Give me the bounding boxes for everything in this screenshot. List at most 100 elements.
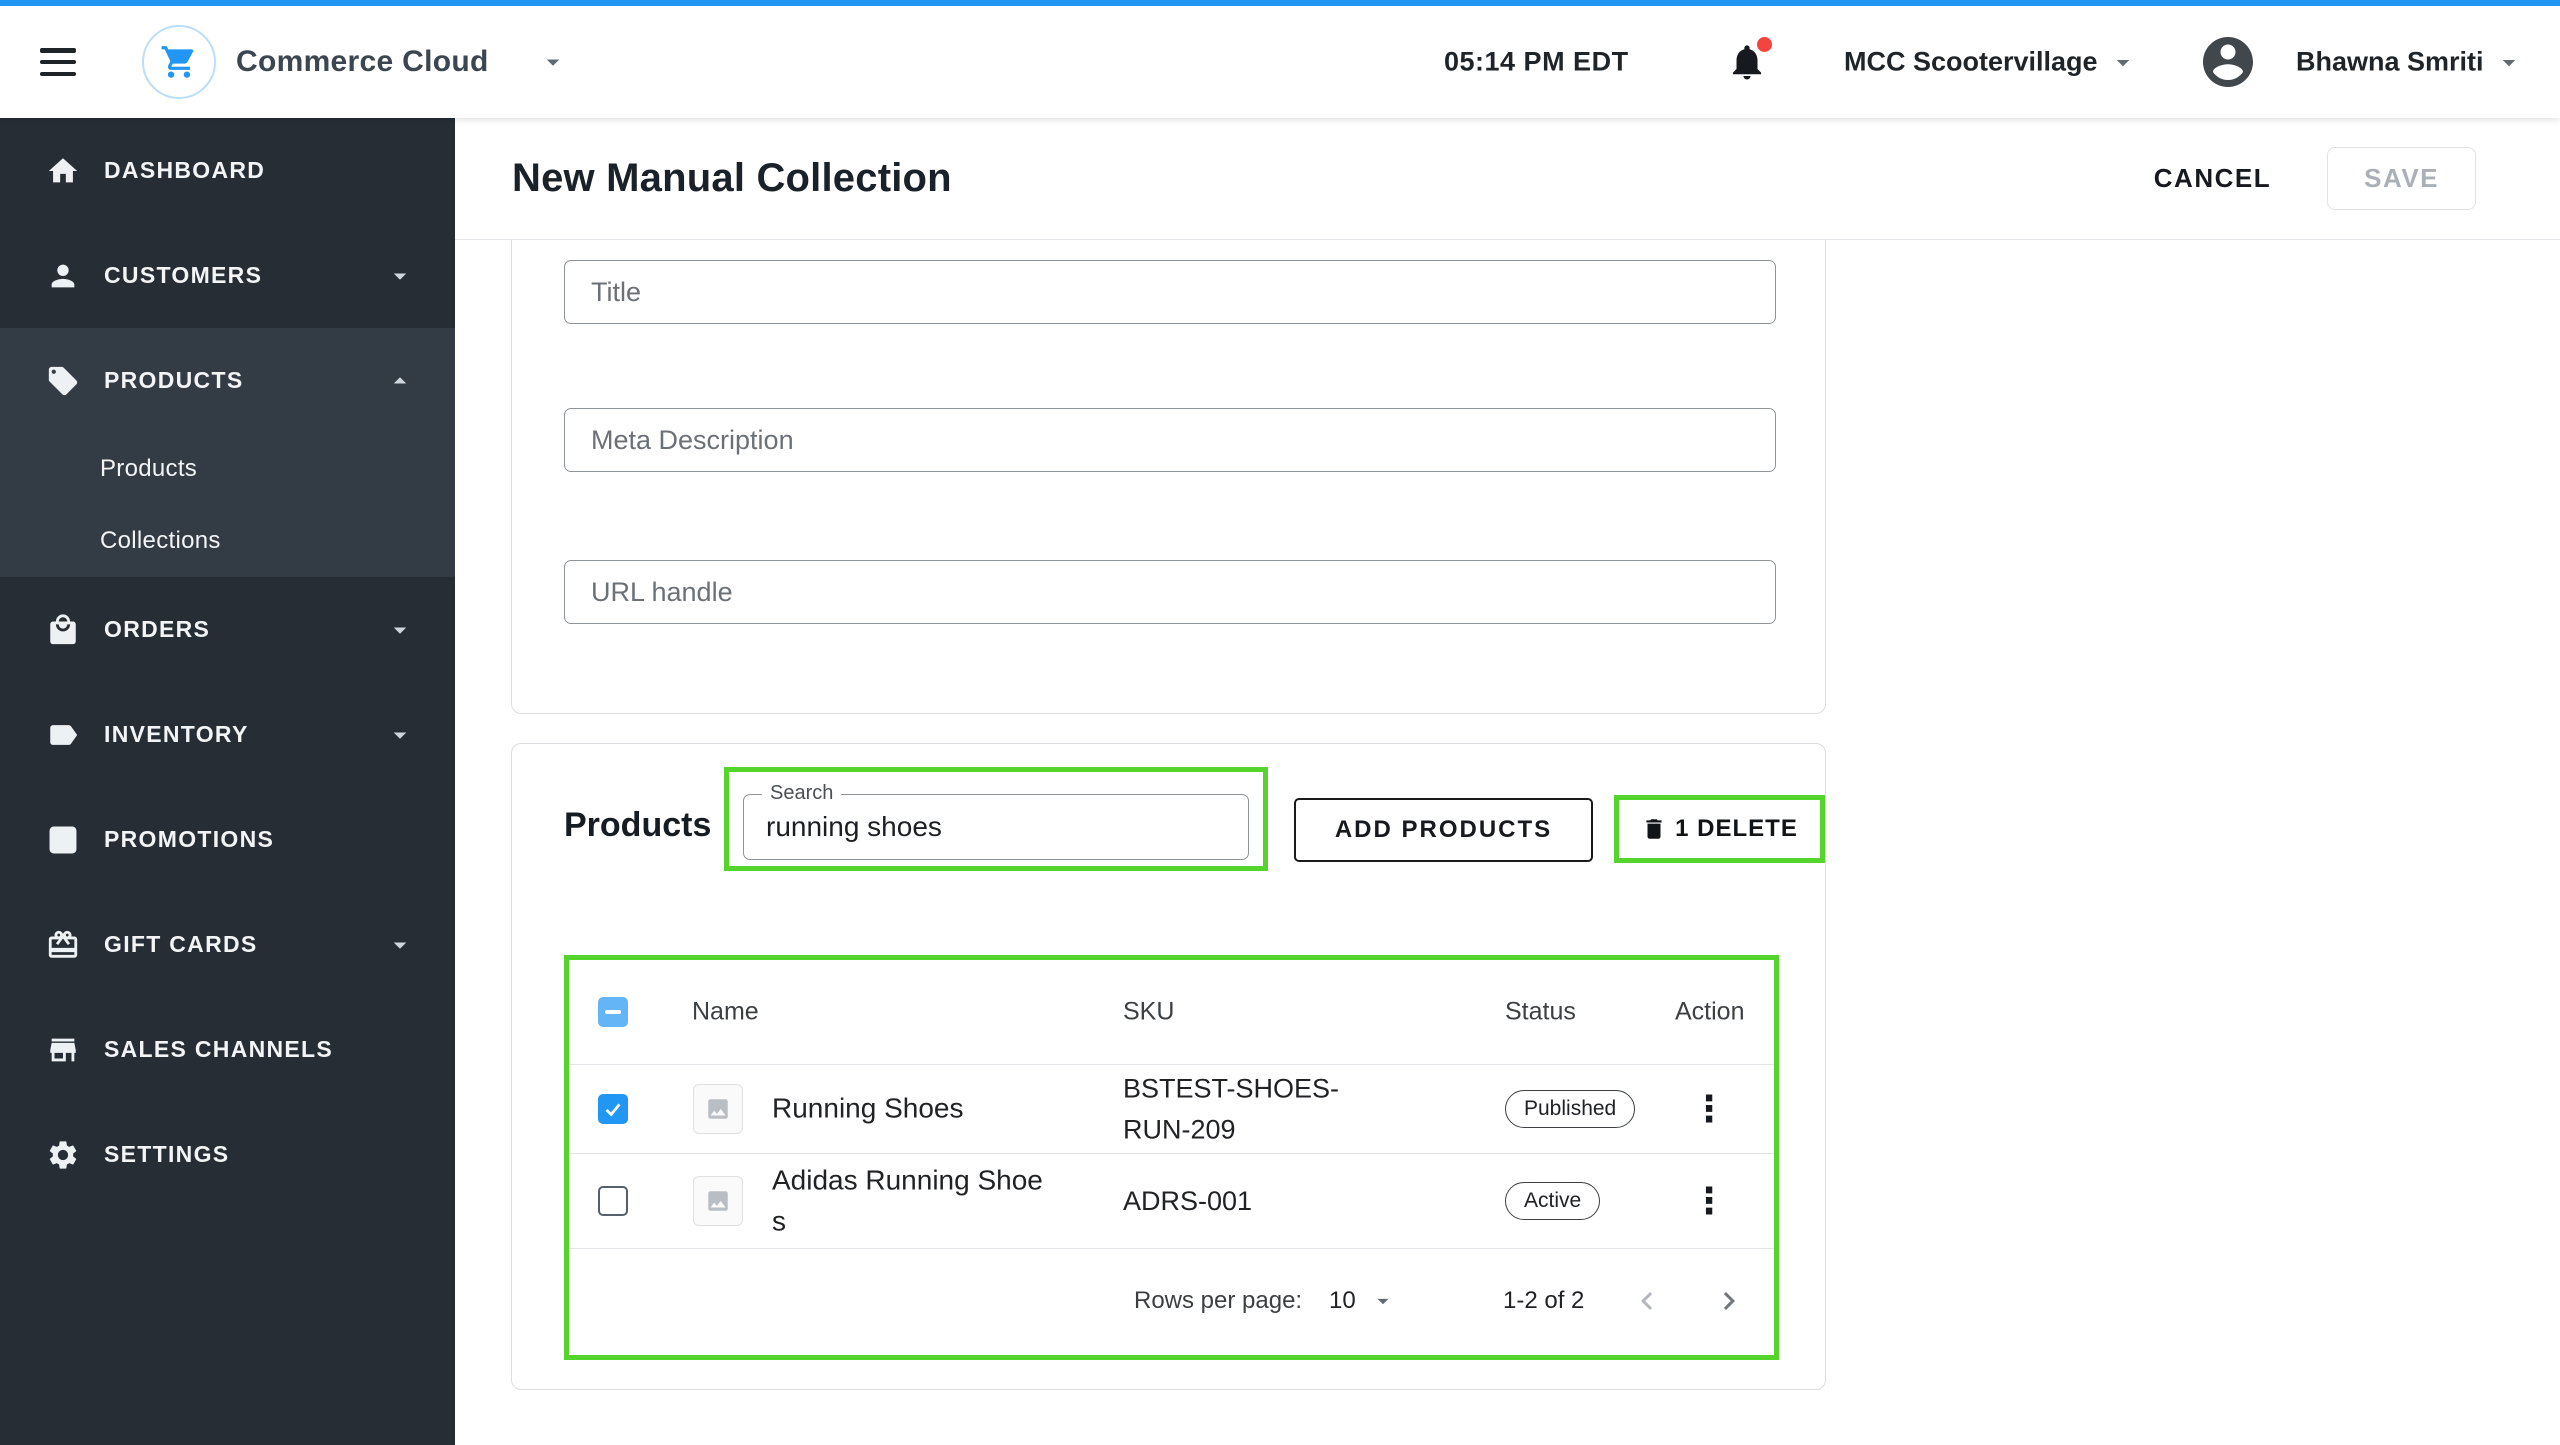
sidebar-item-products[interactable]: PRODUCTS [0,328,455,433]
meta-description-input[interactable] [564,408,1776,472]
row-checkbox[interactable] [598,1186,628,1216]
sidebar-item-dashboard[interactable]: DASHBOARD [0,118,455,223]
row-checkbox[interactable] [598,1094,628,1124]
brand-name: Commerce Cloud [236,45,489,78]
products-table: Name SKU Status Action Running Shoes BST… [569,960,1774,1355]
sidebar-item-label: CUSTOMERS [104,262,263,288]
sidebar-item-label: PRODUCTS [104,367,244,393]
delete-selected-button[interactable]: 1 DELETE [1641,815,1798,843]
label-icon [50,724,78,745]
collection-form-card [511,240,1826,714]
topbar: Commerce Cloud 05:14 PM EDT MCC Scooterv… [0,6,2560,118]
main-content: New Manual Collection CANCEL SAVE Produc… [455,118,2560,1445]
home-icon [48,157,78,182]
page-title: New Manual Collection [512,156,952,200]
sidebar-item-label: ORDERS [104,616,211,642]
table-header-row: Name SKU Status Action [569,960,1774,1065]
cancel-button[interactable]: CANCEL [2154,163,2271,194]
status-badge: Active [1505,1182,1601,1220]
sidebar-subitem-products[interactable]: Products [0,433,455,505]
column-header-sku: SKU [1123,997,1175,1026]
highlight-box-table: Name SKU Status Action Running Shoes BST… [564,955,1779,1360]
row-actions-kebab-icon[interactable]: ⋮ [1691,1091,1727,1127]
delete-button-label: 1 DELETE [1675,815,1798,842]
chevron-down-icon [393,942,407,949]
status-badge: Published [1505,1090,1636,1128]
user-avatar-icon[interactable] [2198,32,2258,92]
url-handle-input[interactable] [564,560,1776,624]
gift-icon [48,930,78,958]
image-placeholder-icon [708,1099,728,1119]
rows-per-page-caret-icon [1377,1298,1389,1305]
product-thumbnail [693,1176,743,1226]
products-section-heading: Products [564,806,712,844]
chevron-down-icon [393,627,407,634]
user-menu[interactable]: Bhawna Smriti [2296,47,2524,78]
add-products-button[interactable]: ADD PRODUCTS [1294,798,1593,862]
sidebar-subitem-collections[interactable]: Collections [0,505,455,577]
highlight-box-search: Search [724,767,1268,871]
table-row: Adidas Running Shoes ADRS-001 Active ⋮ [569,1154,1774,1249]
header-actions: CANCEL SAVE [2154,147,2476,210]
commerce-cloud-logo [142,25,216,99]
column-header-status: Status [1505,997,1576,1026]
gear-icon [49,1140,77,1169]
product-name: Running Shoes [772,1092,964,1124]
next-page-icon[interactable] [1711,1283,1747,1319]
row-actions-kebab-icon[interactable]: ⋮ [1691,1183,1727,1219]
table-row: Running Shoes BSTEST-SHOES-RUN-209 Publi… [569,1065,1774,1154]
sidebar-item-label: PROMOTIONS [104,826,275,852]
chevron-down-icon [393,732,407,739]
sidebar-item-gift-cards[interactable]: GIFT CARDS [0,892,455,997]
notifications-button[interactable] [1726,37,1772,85]
sidebar-item-label: SETTINGS [104,1141,230,1167]
title-input[interactable] [564,260,1776,324]
sidebar-item-orders[interactable]: ORDERS [0,577,455,682]
sidebar-item-label: GIFT CARDS [104,931,258,957]
clock-text: 05:14 PM EDT [1444,46,1629,77]
product-thumbnail [693,1084,743,1134]
trash-icon [1646,819,1662,839]
search-field-label: Search [762,782,842,805]
chevron-up-icon [393,376,407,383]
pagination-range: 1-2 of 2 [1503,1287,1585,1314]
store-icon [50,1038,76,1061]
products-card: Products Search ADD PRODUCTS 1 DELETE Na… [511,743,1826,1390]
person-icon [51,264,75,287]
product-sku: BSTEST-SHOES-RUN-209 [1123,1073,1340,1145]
rows-per-page-label: Rows per page: [1134,1287,1303,1314]
sidebar-item-settings[interactable]: SETTINGS [0,1102,455,1207]
product-name: Adidas Running Shoes [772,1164,1043,1236]
previous-page-icon[interactable] [1629,1283,1665,1319]
notification-dot [1757,37,1772,52]
table-pagination-row: Rows per page: 10 1-2 of 2 [569,1249,1774,1353]
save-button[interactable]: SAVE [2327,147,2476,210]
cart-icon [161,46,194,78]
shopping-bag-icon [50,613,76,644]
sidebar: DASHBOARD CUSTOMERS PRODUCTS Products Co… [0,118,455,1445]
brand-dropdown-caret-icon[interactable] [538,47,568,77]
check-icon [605,1103,621,1117]
sidebar-item-label: DASHBOARD [104,157,266,183]
search-field: Search [743,782,1249,860]
page-header: New Manual Collection CANCEL SAVE [455,118,2560,240]
top-accent-strip [0,0,2560,6]
user-dropdown-caret-icon [2502,59,2515,66]
rows-per-page-value: 10 [1329,1287,1356,1314]
sidebar-item-promotions[interactable]: PROMOTIONS [0,787,455,892]
user-name: Bhawna Smriti [2296,46,2484,77]
sidebar-item-inventory[interactable]: INVENTORY [0,682,455,787]
sidebar-item-customers[interactable]: CUSTOMERS [0,223,455,328]
image-placeholder-icon [708,1191,728,1211]
hamburger-menu-icon[interactable] [40,48,76,76]
tag-icon [48,366,78,395]
product-sku: ADRS-001 [1123,1185,1253,1216]
sidebar-item-sales-channels[interactable]: SALES CHANNELS [0,997,455,1102]
org-name: MCC Scootervillage [1844,46,2098,77]
discount-icon [49,826,77,853]
chevron-down-icon [393,273,407,280]
column-header-name: Name [692,997,759,1026]
select-all-checkbox[interactable] [598,997,628,1027]
org-selector[interactable]: MCC Scootervillage [1844,47,2138,78]
rows-per-page-select[interactable]: 10 [1329,1287,1396,1315]
